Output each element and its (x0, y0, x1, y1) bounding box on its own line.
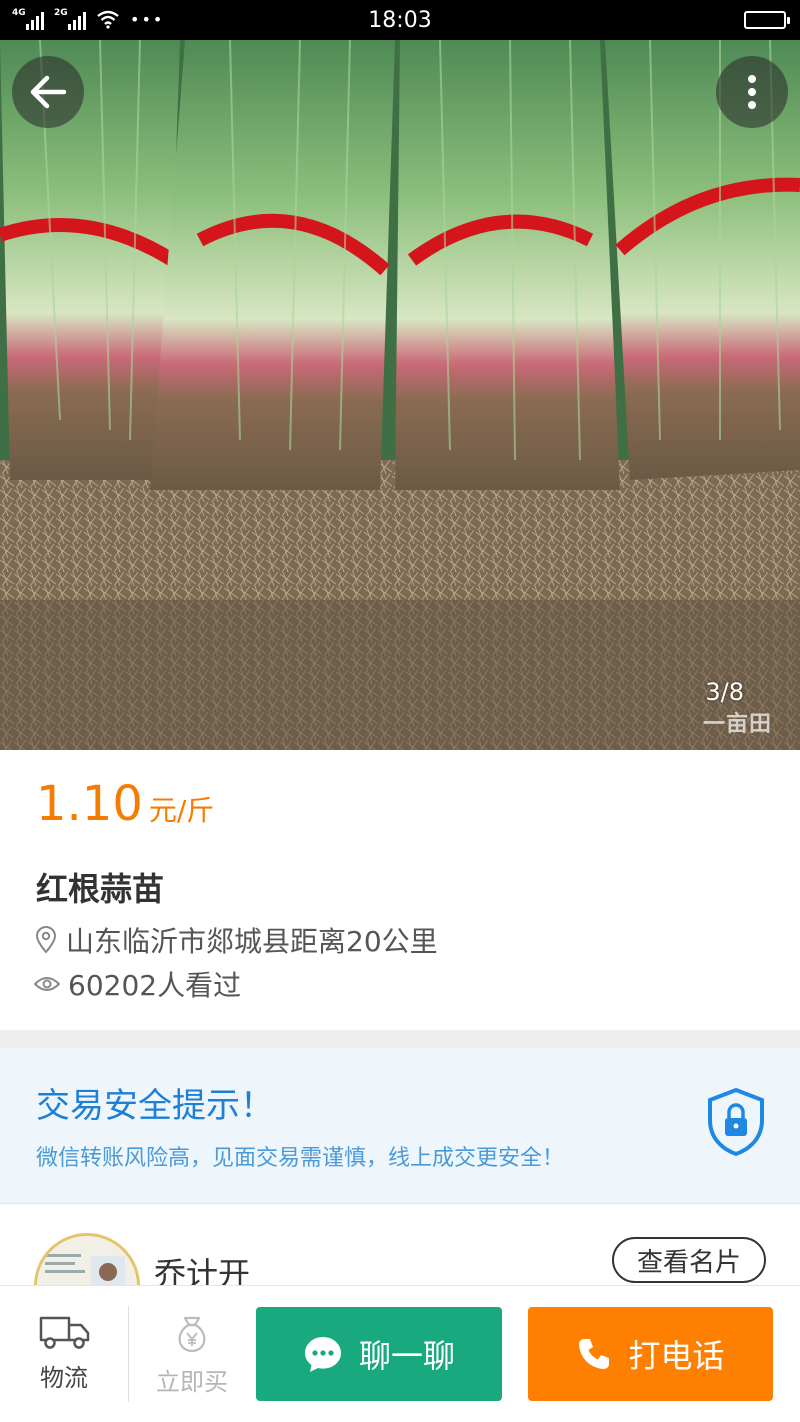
safety-tip-banner: 交易安全提示！ 微信转账风险高，见面交易需谨慎，线上成交更安全！ (0, 1048, 800, 1204)
image-counter: 3/8 (705, 678, 744, 706)
views-text: 60202人看过 (68, 969, 242, 1002)
seller-avatar[interactable] (34, 1233, 140, 1285)
product-image-gallery[interactable]: 3/8 一亩田 (0, 40, 800, 750)
location-text: 山东临沂市郯城县距离20公里 (66, 925, 438, 958)
money-bag-icon (178, 1316, 206, 1353)
location-row: 山东临沂市郯城县距离20公里 (34, 920, 438, 960)
product-name: 红根蒜苗 (36, 870, 165, 908)
bundle-3 (395, 40, 620, 490)
view-card-button[interactable]: 查看名片 (612, 1237, 766, 1283)
section-divider (0, 1030, 800, 1048)
views-row: 60202人看过 (34, 964, 241, 1004)
logistics-label: 物流 (40, 1364, 88, 1392)
buy-now-button[interactable]: 立即买 (142, 1314, 242, 1397)
buy-now-label: 立即买 (156, 1368, 228, 1396)
bottom-divider (128, 1306, 129, 1402)
safety-tip-text: 微信转账风险高，见面交易需谨慎，线上成交更安全！ (36, 1146, 565, 1171)
bottom-action-bar: 物流 立即买 聊一聊 打电话 (0, 1285, 800, 1422)
back-arrow-icon (30, 75, 67, 109)
chat-button[interactable]: 聊一聊 (256, 1307, 502, 1401)
product-info: 1.10 元/斤 红根蒜苗 山东临沂市郯城县距离20公里 60202人看过 (0, 750, 800, 1030)
phone-icon (579, 1339, 610, 1369)
product-detail-page: 4G 2G ••• 18:03 3/8 一亩田 1.10 元/斤 红根蒜苗 山东… (0, 0, 800, 1422)
seller-name: 乔计开 (154, 1255, 251, 1285)
truck-icon (39, 1316, 90, 1349)
logistics-button[interactable]: 物流 (14, 1314, 114, 1393)
status-bar: 4G 2G ••• 18:03 (0, 0, 800, 40)
more-options-button[interactable] (716, 56, 788, 128)
product-photo (0, 40, 800, 750)
location-pin-icon (35, 926, 57, 954)
battery-icon (744, 11, 790, 29)
status-time: 18:03 (368, 8, 432, 33)
call-button[interactable]: 打电话 (528, 1307, 773, 1401)
chat-bubble-icon (304, 1337, 341, 1372)
watermark: 一亩田 (702, 712, 772, 737)
seller-section: 乔计开 查看名片 (0, 1205, 800, 1285)
avatar-photo (37, 1236, 137, 1285)
safety-tip-title: 交易安全提示！ (36, 1086, 274, 1126)
more-vertical-icon (748, 75, 756, 109)
bundle-2 (150, 40, 395, 490)
back-button[interactable] (12, 56, 84, 128)
price: 1.10 (36, 776, 143, 832)
chat-label: 聊一聊 (358, 1337, 455, 1375)
call-label: 打电话 (628, 1337, 725, 1375)
eye-icon (34, 977, 60, 991)
price-row: 1.10 元/斤 (36, 776, 214, 832)
price-unit: 元/斤 (148, 794, 215, 827)
shield-lock-icon (708, 1087, 764, 1157)
